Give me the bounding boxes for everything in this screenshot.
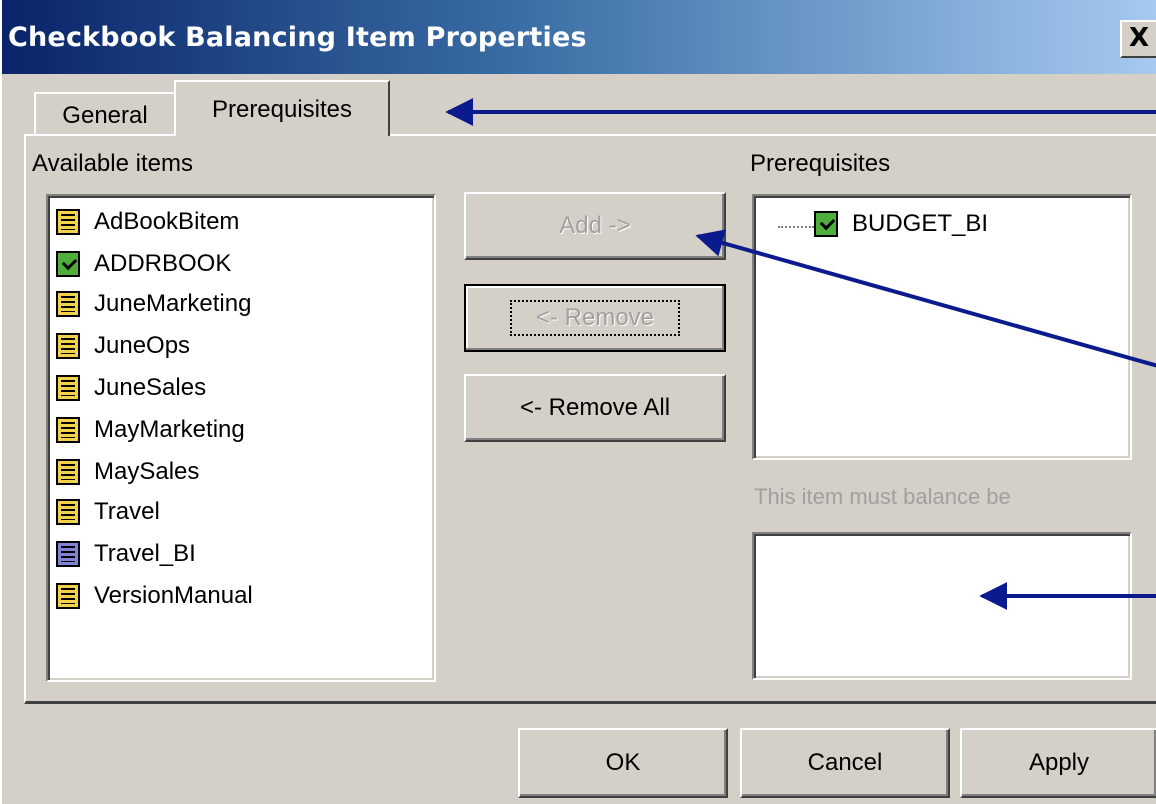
report-icon [56,291,80,317]
add-button[interactable]: Add -> [464,192,726,260]
ok-button[interactable]: OK [518,728,728,798]
list-item-label: MaySales [94,458,200,485]
dialog-title: Checkbook Balancing Item Properties [8,22,587,53]
apply-button[interactable]: Apply [960,728,1156,798]
tab-prerequisites[interactable]: Prerequisites [174,80,390,136]
tree-connector [778,226,814,228]
title-bar[interactable]: Checkbook Balancing Item Properties X [2,0,1156,74]
remove-button[interactable]: <- Remove [464,284,726,352]
balance-before-label: This item must balance be [754,484,1011,509]
list-item-label: JuneSales [94,374,207,401]
tree-item-label: BUDGET_BI [852,210,989,237]
checked-report-icon [814,211,838,237]
available-items-label: Available items [32,150,193,177]
close-button[interactable]: X [1120,20,1156,58]
tree-item[interactable]: BUDGET_BI [814,204,988,244]
report-icon [56,459,80,485]
report-icon [56,375,80,401]
list-item-label: Travel_BI [94,540,196,567]
remove-button-label: <- Remove [509,300,681,336]
report-icon [56,499,80,525]
list-item[interactable]: Travel_BI [56,534,196,574]
cancel-button[interactable]: Cancel [740,728,950,798]
list-item-label: JuneMarketing [94,290,252,317]
list-item-label: JuneOps [94,332,191,359]
balancing-item-icon [56,541,80,567]
report-icon [56,417,80,443]
list-item[interactable]: MayMarketing [56,410,245,450]
list-item-label: MayMarketing [94,416,245,443]
list-item[interactable]: AdBookBitem [56,202,239,242]
list-item-label: Travel [94,498,160,525]
list-item-label: AdBookBitem [94,208,240,235]
properties-dialog: Checkbook Balancing Item Properties X Ge… [0,0,1156,804]
prerequisites-label: Prerequisites [750,150,891,177]
checked-report-icon [56,251,80,277]
list-item[interactable]: Travel [56,492,160,532]
list-item[interactable]: MaySales [56,452,199,492]
tab-general[interactable]: General [34,92,176,136]
list-item-label: VersionManual [94,582,253,609]
report-icon [56,583,80,609]
list-item[interactable]: ADDRBOOK [56,244,231,284]
list-item-label: ADDRBOOK [94,250,232,277]
available-items-list[interactable]: AdBookBitem ADDRBOOK JuneMarketing JuneO… [46,194,436,682]
list-item[interactable]: JuneSales [56,368,206,408]
report-icon [56,209,80,235]
list-item[interactable]: VersionManual [56,576,253,616]
balance-before-list[interactable] [752,532,1132,680]
remove-all-button[interactable]: <- Remove All [464,374,726,442]
list-item[interactable]: JuneOps [56,326,190,366]
report-icon [56,333,80,359]
list-item[interactable]: JuneMarketing [56,284,251,324]
prerequisites-tree[interactable]: BUDGET_BI [752,194,1132,460]
